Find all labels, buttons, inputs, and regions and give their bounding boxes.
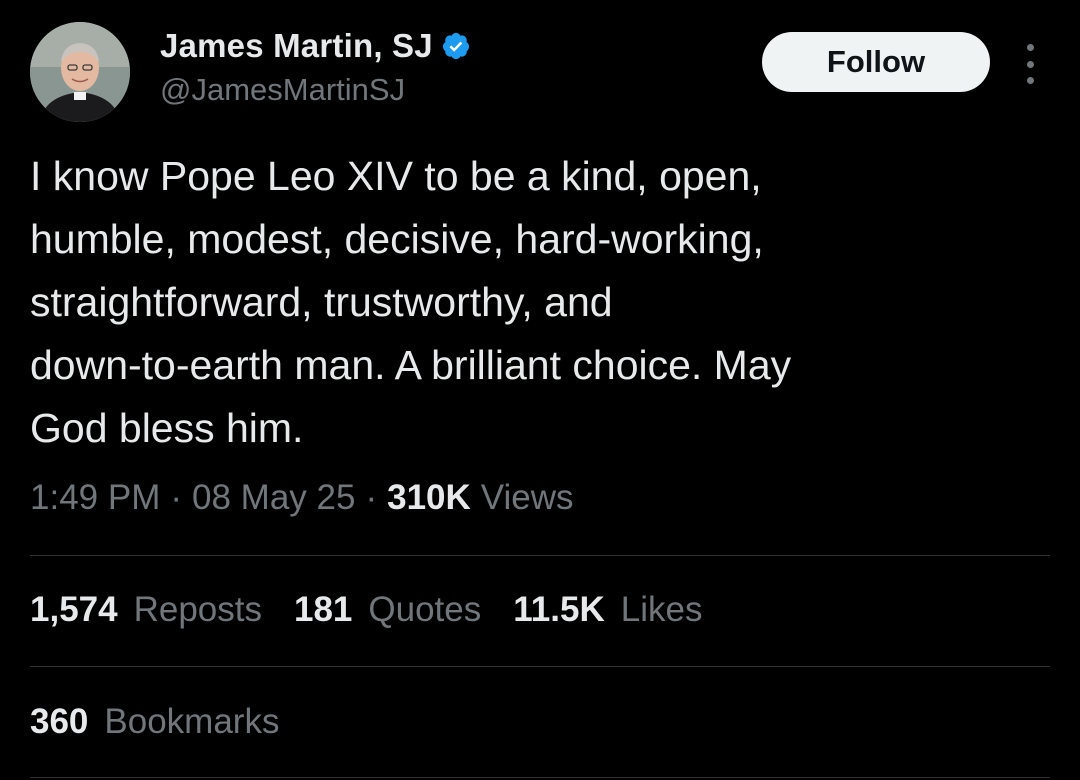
views-label: Views — [480, 478, 574, 517]
tweet-time[interactable]: 1:49 PM — [30, 478, 160, 518]
tweet-meta: 1:49 PM · 08 May 25 · 310K Views — [30, 478, 574, 518]
engagement-stats: 1,574 Reposts 181 Quotes 11.5K Likes — [30, 590, 734, 630]
author-name-row: James Martin, SJ — [160, 24, 471, 68]
more-dot — [1026, 60, 1034, 68]
bookmarks-count: 360 — [30, 702, 89, 741]
meta-separator: · — [170, 478, 183, 517]
divider — [30, 777, 1050, 778]
avatar[interactable] — [30, 22, 130, 122]
more-options-icon[interactable] — [1015, 44, 1045, 84]
quotes-count: 181 — [294, 590, 353, 629]
quotes-stat[interactable]: 181 Quotes — [294, 590, 481, 630]
avatar-photo-icon — [30, 22, 130, 122]
likes-count: 11.5K — [513, 590, 605, 629]
reposts-count: 1,574 — [30, 590, 118, 629]
bookmarks-stat[interactable]: 360 Bookmarks — [30, 702, 279, 742]
more-dot — [1026, 77, 1034, 84]
tweet-text: I know Pope Leo XIV to be a kind, open, … — [30, 153, 792, 451]
follow-button[interactable]: Follow — [762, 32, 990, 92]
reposts-label: Reposts — [133, 590, 262, 629]
divider — [30, 555, 1050, 556]
tweet-header: James Martin, SJ @JamesMartinSJ Follow — [30, 22, 1050, 122]
likes-stat[interactable]: 11.5K Likes — [513, 590, 702, 630]
divider — [30, 666, 1050, 667]
views-count: 310K — [387, 478, 471, 517]
quotes-label: Quotes — [368, 590, 482, 629]
author-display-name[interactable]: James Martin, SJ — [160, 27, 433, 65]
author-handle[interactable]: @JamesMartinSJ — [160, 72, 405, 108]
verified-badge-icon — [441, 31, 471, 61]
likes-label: Likes — [620, 590, 703, 629]
tweet-date[interactable]: 08 May 25 — [192, 478, 355, 518]
bookmarks-label: Bookmarks — [104, 702, 280, 741]
more-dot — [1026, 44, 1034, 51]
meta-separator: · — [365, 478, 378, 517]
reposts-stat[interactable]: 1,574 Reposts — [30, 590, 262, 630]
